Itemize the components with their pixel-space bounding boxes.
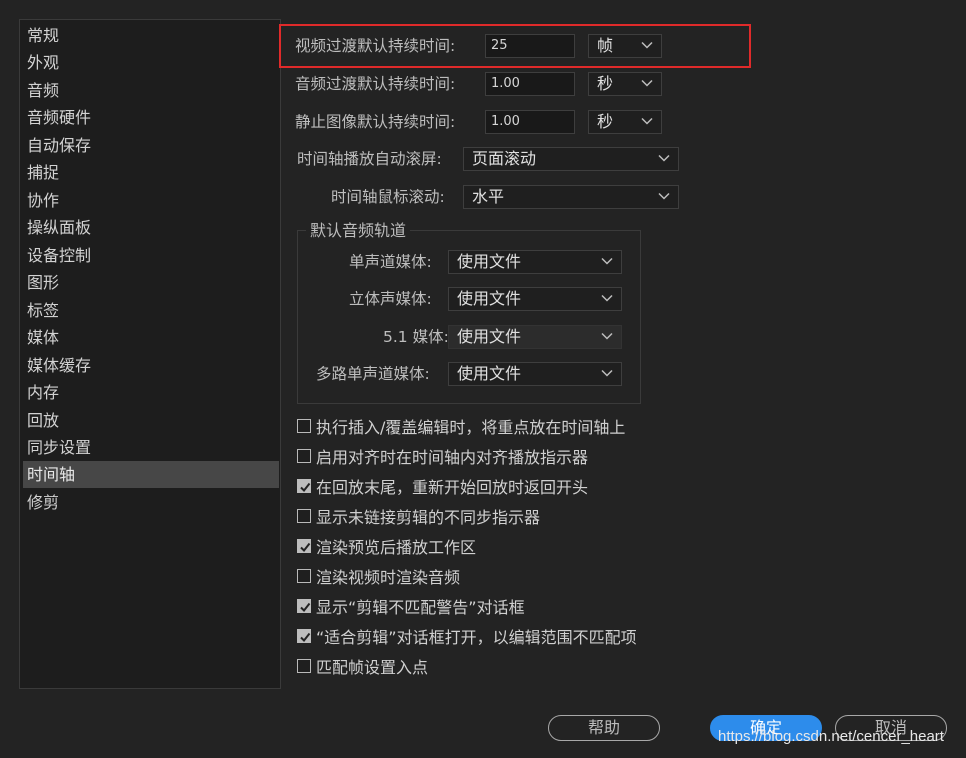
checkbox-label: 启用对齐时在时间轴内对齐播放指示器	[316, 448, 589, 467]
select-value: 帧	[597, 36, 614, 55]
checkbox-label: 显示“剪辑不匹配警告”对话框	[316, 598, 525, 617]
sidebar-item-appearance[interactable]: 外观	[23, 49, 279, 76]
sidebar-item-general[interactable]: 常规	[23, 22, 279, 49]
checkmark-icon	[300, 542, 311, 553]
sidebar-item-device-control[interactable]: 设备控制	[23, 242, 279, 269]
checkbox[interactable]	[297, 479, 311, 493]
still-image-input[interactable]: 1.00	[485, 110, 575, 134]
sidebar-item-control-surface[interactable]: 操纵面板	[23, 214, 279, 241]
sidebar-item-memory[interactable]: 内存	[23, 379, 279, 406]
checkbox-label: 渲染视频时渲染音频	[316, 568, 461, 587]
checkbox-row-snap-playhead[interactable]: 启用对齐时在时间轴内对齐播放指示器	[297, 445, 588, 467]
select-value: 使用文件	[457, 364, 522, 383]
sidebar-item-trim[interactable]: 修剪	[23, 489, 279, 516]
checkbox[interactable]	[297, 449, 311, 463]
checkbox[interactable]	[297, 629, 311, 643]
sidebar-item-media[interactable]: 媒体	[23, 324, 279, 351]
sidebar-item-collaboration[interactable]: 协作	[23, 187, 279, 214]
checkbox-row-clip-mismatch-warning[interactable]: 显示“剪辑不匹配警告”对话框	[297, 595, 525, 617]
checkbox-label: 显示未链接剪辑的不同步指示器	[316, 508, 541, 527]
chevron-down-icon	[601, 294, 613, 302]
checkbox-label: 在回放末尾，重新开始回放时返回开头	[316, 478, 589, 497]
sidebar-item-playback[interactable]: 回放	[23, 407, 279, 434]
checkbox-label: 匹配帧设置入点	[316, 658, 429, 677]
video-transition-unit-select[interactable]: 帧	[588, 34, 662, 58]
checkbox[interactable]	[297, 539, 311, 553]
checkbox-row-return-to-start[interactable]: 在回放末尾，重新开始回放时返回开头	[297, 475, 588, 497]
chevron-down-icon	[658, 192, 670, 200]
watermark-text: https://blog.csdn.net/cencer_heart	[718, 728, 944, 745]
surround-media-select[interactable]: 使用文件	[448, 325, 622, 349]
timeline-mouse-scroll-label: 时间轴鼠标滚动:	[331, 188, 445, 206]
checkmark-icon	[300, 482, 311, 493]
chevron-down-icon	[641, 41, 653, 49]
select-value: 水平	[472, 187, 505, 206]
checkmark-icon	[300, 632, 311, 643]
mono-media-label: 单声道媒体:	[349, 253, 432, 271]
stereo-media-select[interactable]: 使用文件	[448, 287, 622, 311]
help-button[interactable]: 帮助	[548, 715, 660, 741]
chevron-down-icon	[601, 332, 613, 340]
select-value: 使用文件	[457, 289, 522, 308]
sidebar-item-capture[interactable]: 捕捉	[23, 159, 279, 186]
chevron-down-icon	[601, 369, 613, 377]
checkbox-row-fit-clip-dialog[interactable]: “适合剪辑”对话框打开，以编辑范围不匹配项	[297, 625, 637, 647]
sidebar-item-media-cache[interactable]: 媒体缓存	[23, 352, 279, 379]
checkbox-label: 渲染预览后播放工作区	[316, 538, 477, 557]
timeline-autoscroll-select[interactable]: 页面滚动	[463, 147, 679, 171]
sidebar-item-autosave[interactable]: 自动保存	[23, 132, 279, 159]
timeline-mouse-scroll-select[interactable]: 水平	[463, 185, 679, 209]
sidebar-item-sync-settings[interactable]: 同步设置	[23, 434, 279, 461]
checkbox-label: “适合剪辑”对话框打开，以编辑范围不匹配项	[316, 628, 637, 647]
checkbox-row-match-frame-in-point[interactable]: 匹配帧设置入点	[297, 655, 428, 677]
checkmark-icon	[300, 602, 311, 613]
audio-transition-label: 音频过渡默认持续时间:	[295, 75, 456, 93]
select-value: 秒	[597, 74, 614, 93]
checkbox-row-focus-timeline[interactable]: 执行插入/覆盖编辑时，将重点放在时间轴上	[297, 415, 625, 437]
multi-mono-media-label: 多路单声道媒体:	[316, 365, 430, 383]
sidebar-item-labels[interactable]: 标签	[23, 297, 279, 324]
video-transition-input[interactable]: 25	[485, 34, 575, 58]
audio-transition-unit-select[interactable]: 秒	[588, 72, 662, 96]
surround-media-label: 5.1 媒体:	[383, 328, 449, 346]
checkbox[interactable]	[297, 569, 311, 583]
chevron-down-icon	[658, 154, 670, 162]
sidebar-item-audio[interactable]: 音频	[23, 77, 279, 104]
sidebar-item-timeline[interactable]: 时间轴	[23, 461, 279, 488]
select-value: 使用文件	[457, 252, 522, 271]
default-audio-tracks-title: 默认音频轨道	[306, 219, 411, 243]
checkbox[interactable]	[297, 659, 311, 673]
audio-transition-input[interactable]: 1.00	[485, 72, 575, 96]
mono-media-select[interactable]: 使用文件	[448, 250, 622, 274]
select-value: 秒	[597, 112, 614, 131]
checkbox-row-play-work-area[interactable]: 渲染预览后播放工作区	[297, 535, 476, 557]
still-image-label: 静止图像默认持续时间:	[295, 113, 456, 131]
chevron-down-icon	[641, 117, 653, 125]
multi-mono-media-select[interactable]: 使用文件	[448, 362, 622, 386]
checkbox-row-render-audio[interactable]: 渲染视频时渲染音频	[297, 565, 460, 587]
sidebar-item-graphics[interactable]: 图形	[23, 269, 279, 296]
video-transition-label: 视频过渡默认持续时间:	[295, 37, 456, 55]
timeline-autoscroll-label: 时间轴播放自动滚屏:	[297, 150, 442, 168]
checkbox-label: 执行插入/覆盖编辑时，将重点放在时间轴上	[316, 418, 626, 437]
checkbox[interactable]	[297, 509, 311, 523]
still-image-unit-select[interactable]: 秒	[588, 110, 662, 134]
checkbox-row-out-of-sync[interactable]: 显示未链接剪辑的不同步指示器	[297, 505, 540, 527]
chevron-down-icon	[641, 79, 653, 87]
sidebar-item-audio-hardware[interactable]: 音频硬件	[23, 104, 279, 131]
chevron-down-icon	[601, 257, 613, 265]
checkbox[interactable]	[297, 419, 311, 433]
select-value: 使用文件	[457, 327, 522, 346]
select-value: 页面滚动	[472, 149, 537, 168]
stereo-media-label: 立体声媒体:	[349, 290, 432, 308]
category-list: 常规 外观 音频 音频硬件 自动保存 捕捉 协作 操纵面板 设备控制 图形 标签…	[19, 19, 281, 689]
checkbox[interactable]	[297, 599, 311, 613]
